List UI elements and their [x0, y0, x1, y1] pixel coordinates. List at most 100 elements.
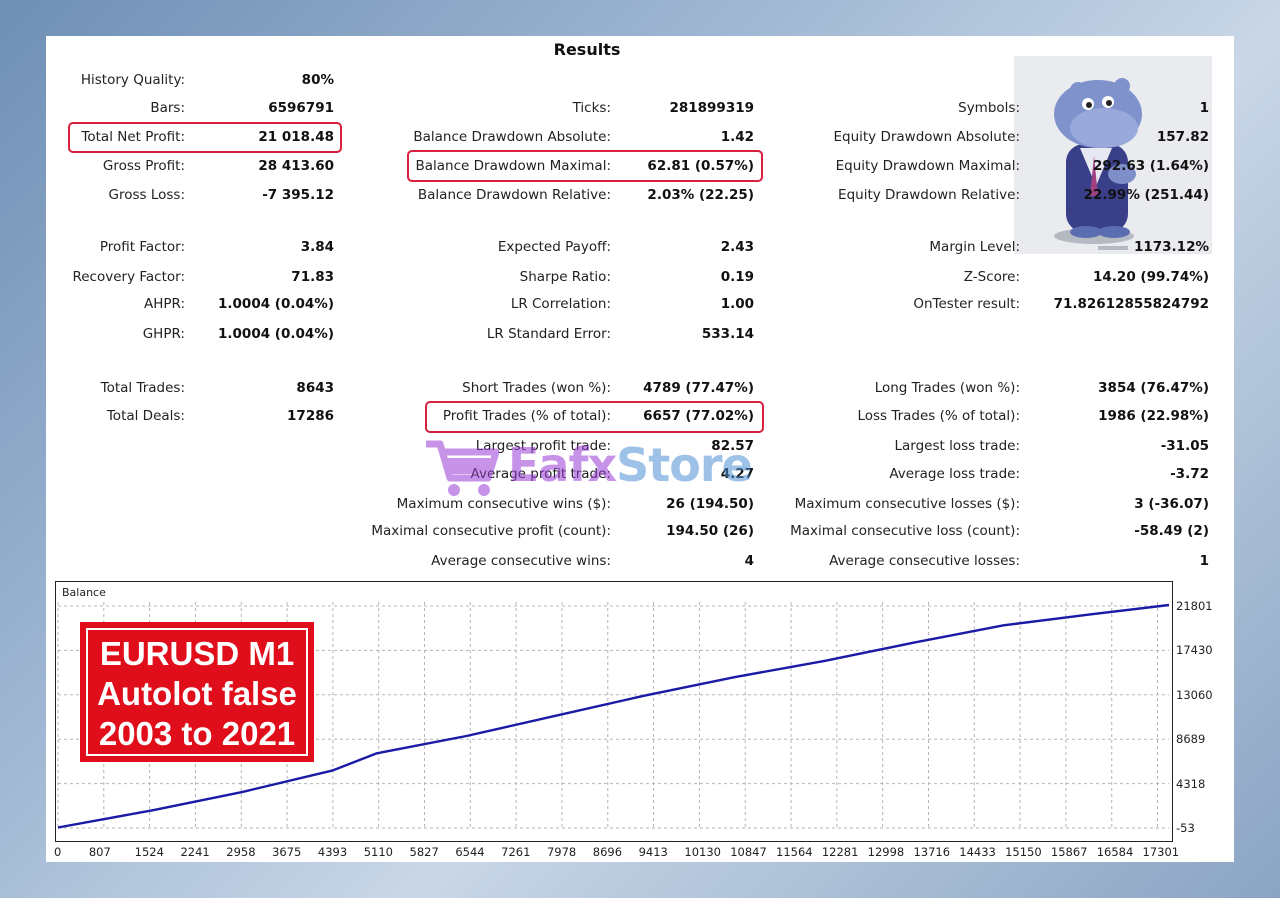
x-tick-label: 17301	[1142, 845, 1180, 859]
x-tick-label: 7978	[546, 845, 577, 859]
overlay-line-symbol: EURUSD M1	[99, 635, 295, 672]
x-tick-label: 2958	[226, 845, 256, 859]
x-tick-label: 15150	[1005, 845, 1042, 859]
highlight-total-net-profit	[68, 122, 342, 153]
stat-col2-value: 533.14	[701, 326, 754, 342]
x-tick-label: 7261	[501, 845, 531, 859]
stat-col1-value: 1.0004 (0.04%)	[218, 296, 334, 312]
stat-col3-value: -58.49 (2)	[1134, 523, 1209, 539]
stat-col3-label: Z-Score:	[963, 269, 1020, 285]
y-tick-label: 13060	[1176, 687, 1213, 702]
x-tick-label: 5827	[409, 845, 439, 859]
x-tick-label: 3675	[272, 845, 302, 859]
x-tick-label: 6544	[455, 845, 485, 859]
y-tick-label: 4318	[1176, 776, 1206, 791]
highlight-balance-drawdown-maximal	[407, 150, 763, 182]
stat-col1-value: 71.83	[291, 269, 334, 285]
stat-col2-value: 2.43	[720, 239, 754, 255]
stat-col3-label: Largest loss trade:	[894, 438, 1020, 454]
stat-col3-value: 292.63 (1.64%)	[1093, 158, 1209, 174]
stat-col3-label: Maximal consecutive loss (count):	[790, 523, 1020, 539]
hippo-mascot-icon	[1054, 78, 1142, 250]
stat-col2-value: 1.00	[720, 296, 754, 312]
stat-col3-value: -3.72	[1170, 466, 1209, 482]
x-tick-label: 4393	[317, 845, 348, 859]
x-tick-label: 8696	[592, 845, 623, 859]
stat-col3-label: Average loss trade:	[889, 466, 1020, 482]
stat-col1-value: 6596791	[268, 100, 334, 116]
stat-col2-label: Sharpe Ratio:	[519, 269, 611, 285]
x-tick-label: 807	[88, 845, 111, 859]
stat-col3-value: 14.20 (99.74%)	[1093, 269, 1209, 285]
stat-col2-label: Balance Drawdown Relative:	[417, 187, 611, 203]
overlay-line-period: 2003 to 2021	[98, 715, 296, 752]
stat-col1-value: 17286	[287, 408, 334, 424]
stat-col1-label: History Quality:	[80, 72, 185, 88]
stat-col2-label: Expected Payoff:	[497, 239, 611, 255]
stat-col1-label: GHPR:	[142, 326, 185, 342]
overlay-line-autolot: Autolot false	[97, 675, 297, 712]
stat-col1-label: AHPR:	[143, 296, 185, 312]
stat-col3-label: Long Trades (won %):	[874, 380, 1020, 396]
stat-col2-label: LR Correlation:	[510, 296, 611, 312]
stat-col3-value: 3 (-36.07)	[1134, 496, 1209, 512]
stat-col3-value: 1	[1199, 100, 1209, 116]
results-panel: Results History Quality: 80% Bars: 6596791 T…	[46, 36, 1234, 862]
stat-col1-label: Gross Profit:	[102, 158, 185, 174]
stat-col1-label: Gross Loss:	[108, 187, 186, 203]
stat-col2-label: Balance Drawdown Absolute:	[413, 129, 611, 145]
stat-col1-label: Bars:	[150, 100, 185, 116]
y-tick-label: -53	[1176, 821, 1195, 835]
x-tick-label: 11564	[776, 845, 813, 859]
y-tick-label: 8689	[1176, 732, 1206, 747]
stat-col2-label: Average consecutive wins:	[431, 553, 611, 569]
shopping-cart-icon	[426, 440, 500, 496]
watermark-logo: EafxStore	[422, 434, 852, 504]
stat-col2-value: 194.50 (26)	[666, 523, 754, 539]
watermark-text-eafx: Eafx	[508, 438, 617, 492]
stat-col3-label: Margin Level:	[929, 239, 1020, 255]
x-tick-label: 13716	[913, 845, 951, 859]
x-tick-label: 5110	[363, 845, 393, 859]
stat-col3-label: Symbols:	[958, 100, 1020, 116]
watermark-text-store: Store	[616, 438, 753, 492]
x-tick-label: 15867	[1050, 845, 1088, 859]
stat-col1-value: 8643	[296, 380, 334, 396]
stat-col3-value: 157.82	[1156, 129, 1209, 145]
stat-col2-value: 4	[744, 553, 754, 569]
x-tick-label: 10847	[730, 845, 767, 859]
stat-col2-label: Ticks:	[572, 100, 611, 116]
x-tick-label: 14433	[959, 845, 996, 859]
x-tick-label: 1524	[134, 845, 164, 859]
stat-col2-value: 281899319	[669, 100, 754, 116]
overlay-label-box: EURUSD M1 Autolot false 2003 to 2021	[80, 622, 314, 762]
stat-col1-label: Profit Factor:	[99, 239, 185, 255]
stat-col3-label: Equity Drawdown Maximal:	[835, 158, 1020, 174]
stat-col1-label: Total Trades:	[100, 380, 185, 396]
stat-col2-label: Maximal consecutive profit (count):	[371, 523, 611, 539]
stat-col2-value: 0.19	[720, 269, 754, 285]
stat-col1-value: 3.84	[300, 239, 334, 255]
stat-col3-value: 1173.12%	[1133, 239, 1209, 255]
x-tick-label: 9413	[638, 845, 668, 859]
stat-col3-label: Average consecutive losses:	[829, 553, 1020, 569]
stat-col2-value: 2.03% (22.25)	[647, 187, 754, 203]
stat-col1-value: 1.0004 (0.04%)	[218, 326, 334, 342]
stat-col1-value: 28 413.60	[258, 158, 334, 174]
x-tick-label: 2241	[180, 845, 210, 859]
stat-col1-value: 80%	[301, 72, 334, 88]
x-tick-label: 10130	[684, 845, 721, 859]
balance-chart: Balance EURUSD M1 Autolot false 2003 to …	[55, 581, 1173, 842]
highlight-profit-trades	[425, 401, 764, 433]
stat-col3-label: Loss Trades (% of total):	[857, 408, 1020, 424]
page-title: Results	[553, 40, 621, 59]
stat-col2-label: LR Standard Error:	[486, 326, 611, 342]
x-tick-label: 12281	[821, 845, 859, 859]
stat-col3-value: 3854 (76.47%)	[1098, 380, 1209, 396]
stat-col3-label: Equity Drawdown Relative:	[838, 187, 1020, 203]
x-tick-label: 12998	[867, 845, 905, 859]
stat-col3-value: 1	[1199, 553, 1209, 569]
stat-col1-value: -7 395.12	[262, 187, 334, 203]
stat-col2-label: Short Trades (won %):	[462, 380, 611, 396]
y-tick-label: 17430	[1176, 643, 1213, 658]
